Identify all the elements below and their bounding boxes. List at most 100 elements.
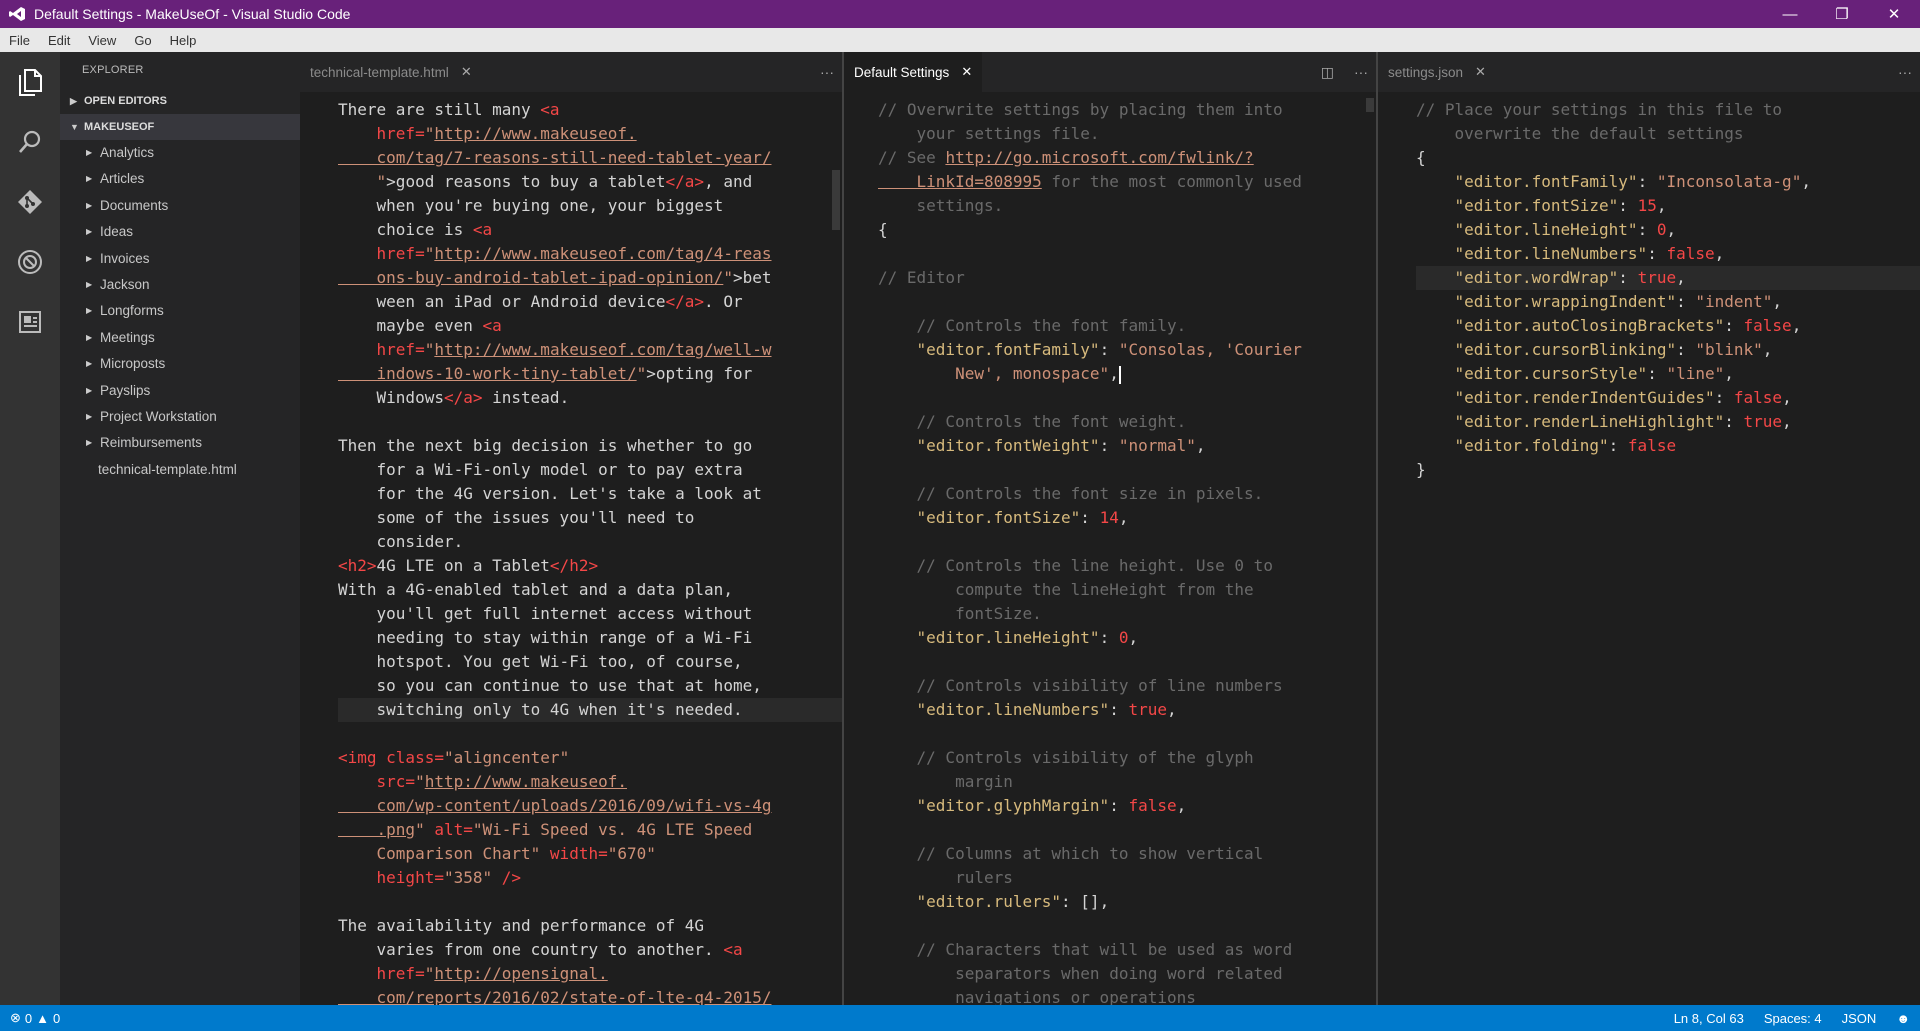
tree-folder-longforms[interactable]: ▶ Longforms: [60, 298, 300, 324]
code-line: choice is <a: [338, 218, 842, 242]
close-window-button[interactable]: ✕: [1868, 0, 1920, 28]
code-token: The availability and performance of 4G: [338, 916, 705, 935]
menu-file[interactable]: File: [0, 33, 39, 48]
code-token: </h2>: [549, 556, 599, 575]
code-line: rulers: [878, 866, 1376, 890]
code-line: Then the next big decision is whether to…: [338, 434, 842, 458]
code-token: overwrite the default settings: [1416, 124, 1744, 143]
tree-folder-invoices[interactable]: ▶ Invoices: [60, 246, 300, 272]
menu-help[interactable]: Help: [161, 33, 206, 48]
extensions-icon[interactable]: [0, 292, 60, 352]
tree-folder-analytics[interactable]: ▶ Analytics: [60, 140, 300, 166]
code-token: navigations or operations: [878, 988, 1196, 1005]
code-token: </a>: [665, 172, 705, 191]
code-line: There are still many <a: [338, 98, 842, 122]
explorer-sidebar: EXPLORER ▶ OPEN EDITORS ▼ MAKEUSEOF ▶ Analy…: [60, 52, 300, 1005]
tree-file-technical-template[interactable]: technical-template.html: [60, 457, 300, 483]
debug-icon[interactable]: [0, 232, 60, 292]
code-line: href="http://www.makeuseof.com/tag/well-…: [338, 338, 842, 362]
menu-edit[interactable]: Edit: [39, 33, 79, 48]
code-token: :: [1099, 340, 1119, 359]
code-token: // Overwrite settings by placing them in…: [878, 100, 1283, 119]
split-editor-icon[interactable]: ◫: [1321, 64, 1334, 81]
tree-folder-project-workstation[interactable]: ▶ Project Workstation: [60, 404, 300, 430]
tree-folder-microposts[interactable]: ▶ Microposts: [60, 351, 300, 377]
language-mode[interactable]: JSON: [1832, 1011, 1887, 1026]
scrollbar-left[interactable]: [832, 170, 840, 230]
menu-go[interactable]: Go: [125, 33, 160, 48]
scrollbar-middle[interactable]: [1366, 98, 1374, 112]
problems-indicator[interactable]: ⊗ 0 ▲ 0: [0, 1010, 70, 1026]
code-token: ,: [1782, 388, 1792, 407]
code-line: "editor.fontSize": 15,: [1416, 194, 1920, 218]
more-icon[interactable]: ···: [820, 64, 834, 80]
code-token: ,: [1676, 268, 1686, 287]
code-line: some of the issues you'll need to: [338, 506, 842, 530]
window-title: Default Settings - MakeUseOf - Visual St…: [34, 6, 351, 22]
tree-folder-articles[interactable]: ▶ Articles: [60, 166, 300, 192]
close-icon[interactable]: ✕: [461, 64, 472, 80]
tab-settings-json[interactable]: settings.json ✕: [1378, 52, 1496, 92]
code-line: "editor.fontSize": 14,: [878, 506, 1376, 530]
code-line: settings.: [878, 194, 1376, 218]
code-line: ween an iPad or Android device</a>. Or: [338, 290, 842, 314]
feedback-smiley-icon[interactable]: ☻: [1886, 1011, 1920, 1026]
code-token: "editor.fontSize": [1416, 196, 1619, 215]
explorer-icon[interactable]: [0, 52, 60, 112]
code-token: consider.: [338, 532, 464, 551]
code-line: your settings file.: [878, 122, 1376, 146]
code-line: // Editor: [878, 266, 1376, 290]
code-line: // Overwrite settings by placing them in…: [878, 98, 1376, 122]
tree-folder-payslips[interactable]: ▶ Payslips: [60, 378, 300, 404]
code-line: src="http://www.makeuseof.: [338, 770, 842, 794]
maximize-button[interactable]: ❐: [1816, 0, 1868, 28]
code-editor-right[interactable]: // Place your settings in this file to o…: [1378, 98, 1920, 1005]
code-token: Windows: [338, 388, 444, 407]
folder-section[interactable]: ▼ MAKEUSEOF: [60, 114, 300, 140]
code-token: :: [1061, 892, 1081, 911]
tab-default-settings[interactable]: Default Settings ✕: [844, 52, 983, 92]
code-editor-left[interactable]: There are still many <a href="http://www…: [300, 98, 842, 1005]
tree-folder-meetings[interactable]: ▶ Meetings: [60, 325, 300, 351]
chevron-right-icon: ▶: [86, 332, 93, 342]
code-token: // Controls visibility of the glyph: [878, 748, 1254, 767]
code-token: com/reports/2016/02/state-of-lte-q4-2015…: [338, 988, 772, 1005]
close-icon[interactable]: ✕: [1475, 64, 1486, 80]
code-token: {: [1416, 148, 1426, 167]
code-token: ,: [1195, 436, 1206, 455]
indentation-setting[interactable]: Spaces: 4: [1754, 1011, 1832, 1026]
code-token: ,: [1724, 364, 1734, 383]
code-token: ,: [1656, 196, 1667, 215]
search-icon[interactable]: [0, 112, 60, 172]
tree-folder-jackson[interactable]: ▶ Jackson: [60, 272, 300, 298]
tree-folder-reimbursements[interactable]: ▶ Reimbursements: [60, 430, 300, 456]
code-line: for the 4G version. Let's take a look at: [338, 482, 842, 506]
code-line: "editor.fontFamily": "Consolas, 'Courier: [878, 338, 1376, 362]
code-line: varies from one country to another. <a: [338, 938, 842, 962]
code-editor-middle[interactable]: // Overwrite settings by placing them in…: [844, 98, 1376, 1005]
close-icon[interactable]: ✕: [961, 64, 972, 80]
git-icon[interactable]: [0, 172, 60, 232]
menu-view[interactable]: View: [79, 33, 125, 48]
code-token: http://www.makeuseof.: [424, 772, 627, 791]
code-token: // Editor: [878, 268, 965, 287]
code-token: href=: [338, 124, 425, 143]
open-editors-section[interactable]: ▶ OPEN EDITORS: [60, 88, 300, 114]
code-line: "editor.autoClosingBrackets": false,: [1416, 314, 1920, 338]
tab-technical-template[interactable]: technical-template.html ✕: [300, 52, 482, 92]
tree-folder-ideas[interactable]: ▶ Ideas: [60, 219, 300, 245]
tab-label: technical-template.html: [310, 64, 449, 80]
tree-folder-label: Analytics: [100, 145, 155, 160]
more-icon[interactable]: ···: [1898, 64, 1912, 80]
code-token: switching only to 4G when it's needed.: [338, 700, 743, 719]
tree-folder-label: Documents: [100, 197, 169, 213]
tree-folder-documents[interactable]: ▶ Documents: [60, 193, 300, 219]
chevron-right-icon: ▶: [86, 385, 93, 395]
more-icon[interactable]: ···: [1354, 64, 1368, 80]
code-token: hotspot. You get Wi-Fi too, of course,: [338, 652, 743, 671]
code-token: "editor.fontFamily": [878, 340, 1100, 359]
cursor-position[interactable]: Ln 8, Col 63: [1664, 1011, 1754, 1026]
minimize-button[interactable]: —: [1764, 0, 1816, 28]
code-line: "editor.lineHeight": 0,: [1416, 218, 1920, 242]
